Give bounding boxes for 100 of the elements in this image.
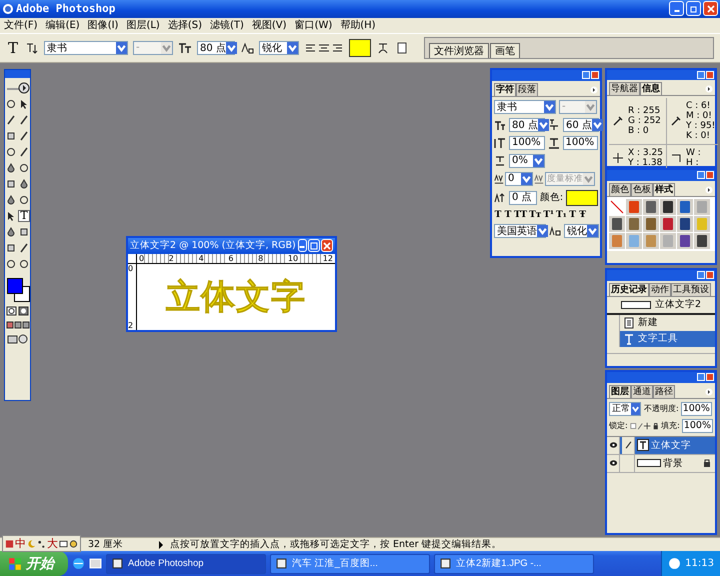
style-swatch[interactable] <box>609 232 625 249</box>
tool-button[interactable] <box>18 258 30 270</box>
menu-item[interactable]: 编辑(E) <box>46 18 80 32</box>
tool-button[interactable] <box>5 178 17 190</box>
palette-tab[interactable]: 字符 <box>494 82 516 96</box>
foreground-color-swatch[interactable] <box>6 278 22 294</box>
tool-button[interactable] <box>5 162 17 174</box>
tool-button[interactable] <box>5 98 17 110</box>
style-swatch[interactable] <box>643 232 659 249</box>
close-button[interactable] <box>706 270 714 279</box>
text-style-button[interactable]: T <box>494 210 502 220</box>
minimize-button[interactable] <box>669 1 684 16</box>
font-family-dropdown[interactable]: 隶书 <box>494 100 556 114</box>
maximize-button[interactable] <box>308 239 320 252</box>
history-state-row[interactable]: 文字工具 <box>607 330 715 347</box>
anti-alias-dropdown[interactable]: 锐化 <box>259 40 300 55</box>
menu-item[interactable]: 滤镜(T) <box>210 18 244 32</box>
text-color-swatch[interactable] <box>349 38 372 57</box>
menu-item[interactable]: 窗口(W) <box>294 18 332 32</box>
style-swatch[interactable] <box>643 216 659 232</box>
restore-button[interactable] <box>686 1 701 16</box>
ime-mode-button[interactable]: 中 <box>15 536 26 552</box>
close-button[interactable] <box>706 170 714 179</box>
tool-button[interactable] <box>18 162 30 174</box>
style-swatch[interactable] <box>694 232 710 249</box>
style-swatch[interactable] <box>626 198 642 215</box>
taskbar-button[interactable]: 汽车 江淮_百度图... <box>270 554 430 574</box>
style-swatch[interactable] <box>677 232 693 249</box>
palette-icon[interactable] <box>395 40 410 55</box>
tool-button[interactable] <box>18 114 30 126</box>
palette-menu-icon[interactable] <box>705 84 713 93</box>
ime-logo-icon[interactable] <box>5 538 14 549</box>
tool-button[interactable] <box>5 226 17 238</box>
text-style-button[interactable]: Ŧ <box>578 210 587 220</box>
tool-button[interactable] <box>18 146 30 158</box>
palette-menu-icon[interactable] <box>705 186 713 194</box>
style-swatch[interactable] <box>677 216 693 232</box>
language-dropdown[interactable]: 美国英语 <box>494 224 546 238</box>
text-style-button[interactable]: Tт <box>529 210 542 220</box>
style-swatch[interactable] <box>694 216 710 232</box>
arrow-icon[interactable] <box>158 540 164 549</box>
tool-button[interactable] <box>5 130 17 142</box>
tool-button[interactable] <box>18 178 30 190</box>
menu-item[interactable]: 选择(S) <box>168 18 202 32</box>
baseline-shift-field[interactable]: 0 点 <box>509 190 537 205</box>
minimize-button[interactable] <box>697 270 705 279</box>
style-swatch[interactable] <box>677 198 693 215</box>
menu-item[interactable]: 图层(L) <box>126 18 160 32</box>
eye-icon[interactable] <box>608 459 618 468</box>
palette-tab[interactable]: 导航器 <box>609 82 640 95</box>
palette-tab[interactable]: 样式 <box>653 182 675 196</box>
tool-button[interactable] <box>5 114 17 126</box>
minimize-button[interactable] <box>697 170 705 179</box>
no-style-swatch[interactable] <box>609 198 625 215</box>
close-button[interactable] <box>703 1 718 16</box>
type-tool-button[interactable]: T <box>6 38 20 57</box>
style-swatch[interactable] <box>660 216 676 232</box>
palette-well-tab[interactable]: 画笔 <box>490 42 520 58</box>
menu-item[interactable]: 视图(V) <box>252 18 287 32</box>
menu-item[interactable]: 文件(F) <box>4 18 38 32</box>
palette-tab[interactable]: 段落 <box>516 82 538 96</box>
tray-icon[interactable] <box>668 557 682 570</box>
tool-button[interactable]: T <box>18 210 30 222</box>
minimize-button[interactable] <box>697 372 705 381</box>
lock-options-icons-drawing[interactable] <box>630 420 660 431</box>
tool-button[interactable] <box>18 242 30 254</box>
tool-button[interactable] <box>18 226 30 238</box>
blend-mode-dropdown[interactable]: 正常 <box>609 402 641 416</box>
history-state-row[interactable]: 新建 <box>607 314 715 331</box>
warp-text-icon[interactable] <box>376 40 390 55</box>
font-family-dropdown[interactable]: 隶书 <box>44 40 128 55</box>
palette-tab[interactable]: 动作 <box>649 282 671 296</box>
style-swatch[interactable] <box>626 216 642 232</box>
screen-mode-icons-drawing[interactable] <box>6 320 30 330</box>
palette-well-tab[interactable]: 文件浏览器 <box>429 42 489 58</box>
palette-tab[interactable]: 工具预设 <box>671 282 711 296</box>
anti-alias-dropdown[interactable]: 锐化 <box>564 224 599 238</box>
horizontal-scale-field[interactable]: 100% <box>562 136 598 150</box>
eye-icon[interactable] <box>608 441 618 450</box>
kerning-dropdown[interactable]: 0 <box>505 172 533 186</box>
palette-menu-icon[interactable] <box>705 388 713 396</box>
browser-icon[interactable] <box>72 557 85 570</box>
palette-tab[interactable]: 路径 <box>653 384 675 398</box>
style-swatch[interactable] <box>643 198 659 215</box>
close-button[interactable] <box>706 70 714 79</box>
tool-button[interactable] <box>18 130 30 142</box>
style-swatch[interactable] <box>660 198 676 215</box>
layer-row[interactable]: 立体文字 <box>607 436 715 455</box>
close-button[interactable] <box>321 239 333 252</box>
snapshot-row[interactable]: 立体文字2 <box>607 296 715 315</box>
desktop-icon[interactable] <box>89 557 102 570</box>
close-button[interactable] <box>706 372 714 381</box>
text-style-button[interactable]: T <box>568 210 577 220</box>
tool-button[interactable] <box>5 242 17 254</box>
font-size-dropdown[interactable]: 80 点 <box>197 40 236 55</box>
style-swatch[interactable] <box>609 216 625 232</box>
menu-item[interactable]: 图像(I) <box>88 18 118 32</box>
palette-tab[interactable]: 历史记录 <box>609 282 649 296</box>
palette-tab[interactable]: 信息 <box>640 82 662 95</box>
close-button[interactable] <box>591 70 599 79</box>
